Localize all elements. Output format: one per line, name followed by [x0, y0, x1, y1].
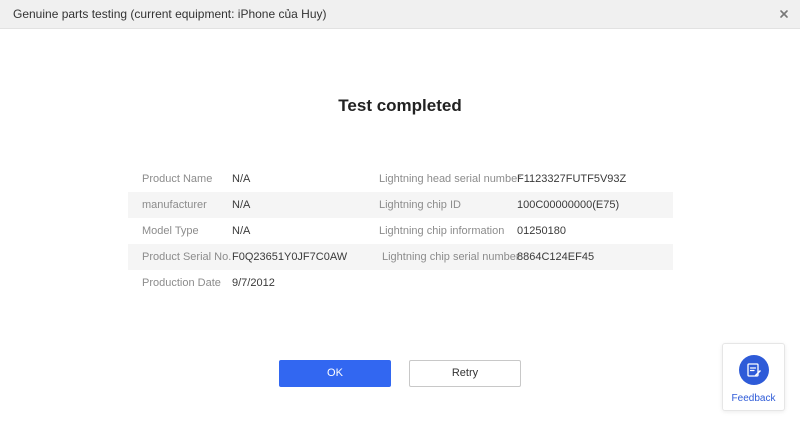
info-value: N/A: [232, 173, 251, 185]
info-value: 100C00000000(E75): [517, 199, 620, 211]
window-title: Genuine parts testing (current equipment…: [13, 7, 327, 21]
info-row: manufacturer N/A Lightning chip ID 100C0…: [128, 192, 673, 218]
info-row: Production Date 9/7/2012: [128, 270, 673, 296]
feedback-icon: [747, 363, 761, 377]
ok-button[interactable]: OK: [279, 360, 391, 387]
device-info-table: Product Name N/A Lightning head serial n…: [128, 166, 673, 296]
close-button[interactable]: [776, 6, 792, 22]
info-label: manufacturer: [142, 199, 207, 211]
info-value: F0Q23651Y0JF7C0AW: [232, 251, 348, 263]
feedback-button[interactable]: Feedback: [722, 343, 785, 411]
info-label: Lightning chip information: [379, 225, 505, 237]
info-value: 9/7/2012: [232, 277, 275, 289]
info-label: Lightning head serial number: [379, 173, 521, 185]
feedback-icon-badge: [739, 355, 769, 385]
info-row: Product Serial No. F0Q23651Y0JF7C0AW Lig…: [128, 244, 673, 270]
title-bar: Genuine parts testing (current equipment…: [0, 0, 800, 29]
info-value: 8864C124EF45: [517, 251, 595, 263]
info-value: N/A: [232, 199, 251, 211]
retry-button[interactable]: Retry: [409, 360, 521, 387]
feedback-label: Feedback: [731, 393, 776, 404]
page-title: Test completed: [338, 96, 462, 115]
info-value: F1123327FUTF5V93Z: [517, 173, 627, 185]
info-label: Lightning chip ID: [379, 199, 461, 211]
parts-testing-dialog: Genuine parts testing (current equipment…: [0, 0, 800, 434]
info-label: Model Type: [142, 225, 199, 237]
info-label: Lightning chip serial number: [382, 251, 520, 263]
info-row: Product Name N/A Lightning head serial n…: [128, 166, 673, 192]
info-value: 01250180: [517, 225, 566, 237]
close-icon: [780, 10, 788, 18]
info-label: Product Name: [142, 173, 213, 185]
info-label: Production Date: [142, 277, 221, 289]
info-row: Model Type N/A Lightning chip informatio…: [128, 218, 673, 244]
info-value: N/A: [232, 225, 251, 237]
info-label: Product Serial No.: [142, 251, 232, 263]
